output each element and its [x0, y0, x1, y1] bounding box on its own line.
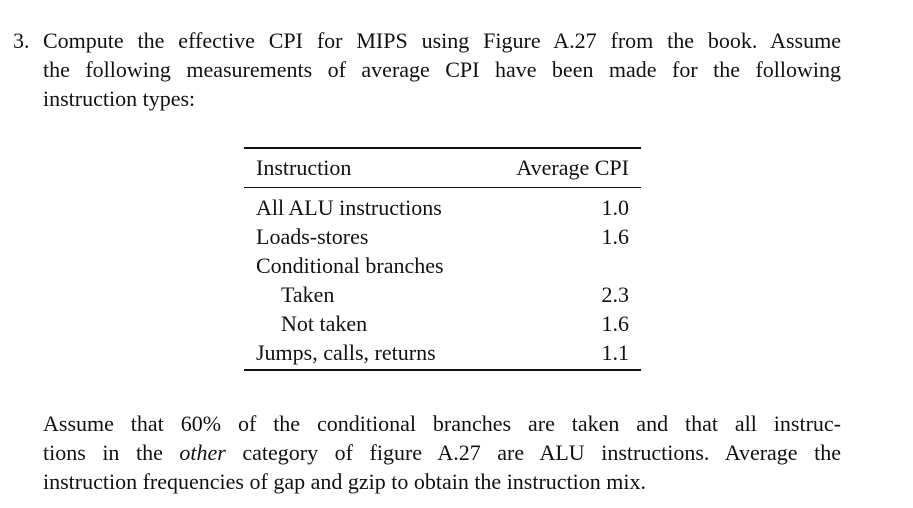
table-row: All ALU instructions 1.0 [244, 193, 641, 222]
average-cpi-value: 2.3 [601, 282, 630, 308]
intro-line-3: instruction types: [43, 86, 196, 111]
followup-line-2: tions in the other category of figure A.… [43, 438, 841, 467]
followup-line-2-post: category of figure A.27 are ALU instruct… [225, 440, 841, 465]
other-category-emphasis: other [179, 440, 226, 465]
average-cpi-value: 1.1 [601, 340, 630, 366]
table-row: Jumps, calls, returns 1.1 [244, 338, 641, 367]
problem-number: 3. [13, 28, 30, 53]
instruction-type: Not taken [281, 311, 368, 337]
table-header-row: Instruction Average CPI [244, 149, 641, 187]
average-cpi-value: 1.6 [601, 311, 630, 337]
instruction-type: Conditional branches [256, 253, 444, 279]
table-bottom-rule [244, 369, 641, 372]
average-cpi-value [575, 251, 641, 280]
table-row: Loads-stores 1.6 [244, 222, 641, 251]
table-row: Taken 2.3 [244, 280, 641, 309]
instruction-type: All ALU instructions [256, 195, 442, 221]
instruction-type: Jumps, calls, returns [256, 340, 436, 366]
average-cpi-value: 1.0 [601, 195, 630, 221]
instruction-type: Loads-stores [256, 224, 369, 250]
header-average-cpi: Average CPI [516, 155, 629, 180]
followup-line-1: Assume that 60% of the conditional branc… [43, 411, 841, 436]
header-instruction: Instruction [256, 155, 352, 180]
followup-line-2-pre: tions in the [43, 440, 180, 465]
average-cpi-value: 1.6 [601, 224, 630, 250]
table-row: Not taken 1.6 [244, 309, 641, 338]
intro-line-1: Compute the effective CPI for MIPS using… [43, 28, 841, 53]
intro-line-2: the following measurements of average CP… [43, 57, 841, 82]
table-row: Conditional branches [244, 251, 641, 280]
followup-line-3: instruction frequencies of gap and gzip … [43, 469, 647, 494]
cpi-table: Instruction Average CPI All ALU instruct… [244, 147, 641, 372]
instruction-type: Taken [281, 282, 335, 308]
